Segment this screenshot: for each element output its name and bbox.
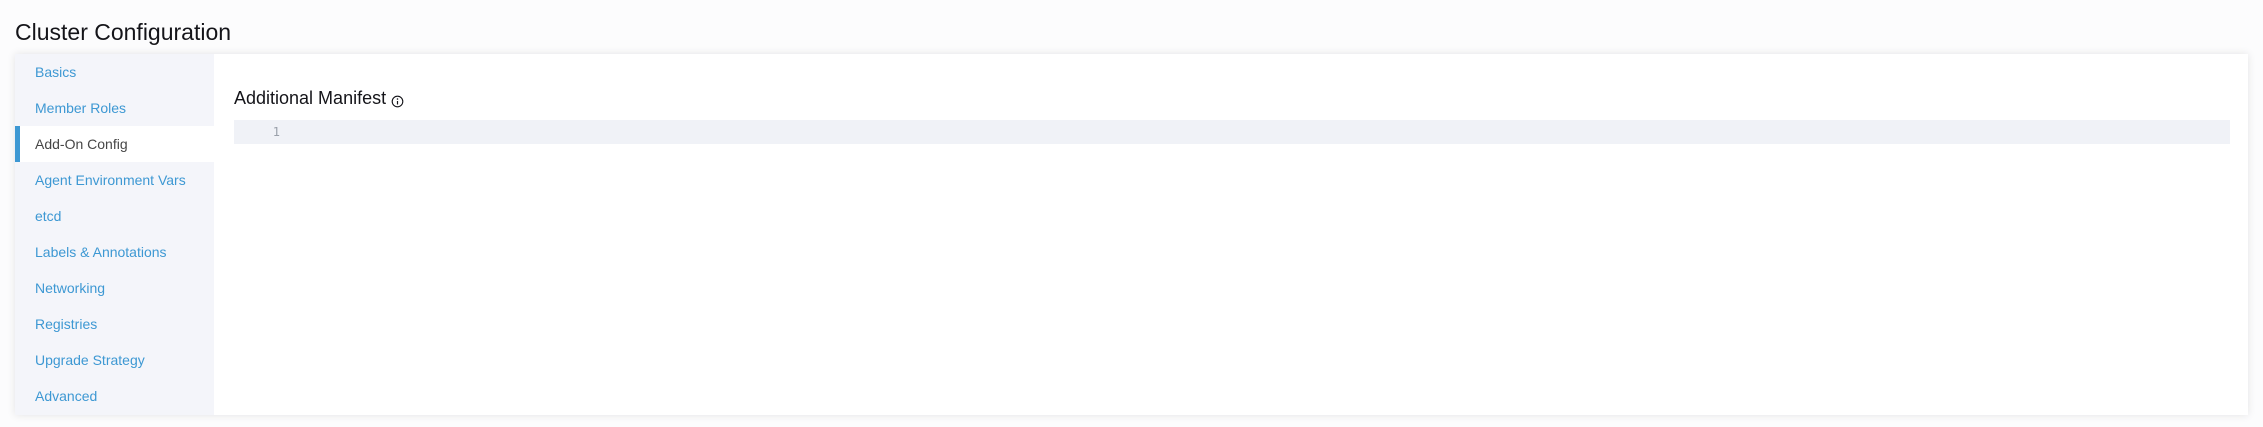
config-card: Basics Member Roles Add-On Config Agent … — [15, 54, 2248, 415]
code-line[interactable] — [286, 120, 2230, 144]
page-title: Cluster Configuration — [15, 19, 232, 45]
config-sidebar: Basics Member Roles Add-On Config Agent … — [15, 54, 214, 415]
sidebar-item-upgrade-strategy[interactable]: Upgrade Strategy — [15, 342, 214, 378]
sidebar-item-etcd[interactable]: etcd — [15, 198, 214, 234]
config-content: Additional Manifest 1 — [214, 54, 2248, 415]
info-circle-icon[interactable] — [391, 92, 404, 108]
sidebar-item-registries[interactable]: Registries — [15, 306, 214, 342]
sidebar-item-networking[interactable]: Networking — [15, 270, 214, 306]
section-title-text: Additional Manifest — [234, 88, 387, 108]
sidebar-item-member-roles[interactable]: Member Roles — [15, 90, 214, 126]
sidebar-item-add-on-config[interactable]: Add-On Config — [15, 126, 214, 162]
sidebar-item-advanced[interactable]: Advanced — [15, 378, 214, 414]
line-number: 1 — [272, 125, 280, 139]
sidebar-item-labels-annotations[interactable]: Labels & Annotations — [15, 234, 214, 270]
sidebar-item-agent-environment-vars[interactable]: Agent Environment Vars — [15, 162, 214, 198]
yaml-editor[interactable]: 1 — [234, 120, 2230, 144]
sidebar-item-basics[interactable]: Basics — [15, 54, 214, 90]
section-title: Additional Manifest — [234, 88, 404, 109]
